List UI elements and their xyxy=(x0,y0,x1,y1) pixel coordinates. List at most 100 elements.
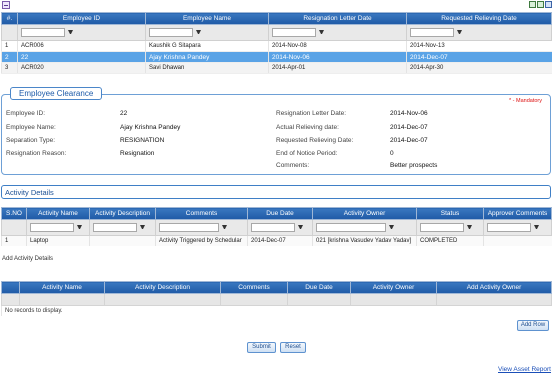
cell-employee-name: Ajay Krishna Pandey xyxy=(145,51,269,63)
filter-input-relieving-date[interactable] xyxy=(410,28,454,37)
col-header-activity-description[interactable]: Activity Description xyxy=(89,207,156,220)
filter-icon[interactable] xyxy=(467,225,472,230)
filter-icon[interactable] xyxy=(298,225,303,230)
col-header-num[interactable]: #. xyxy=(1,12,18,25)
export-icon[interactable] xyxy=(529,1,536,8)
col-header-due-date[interactable]: Due Date xyxy=(287,281,351,294)
col-header-comments[interactable]: Comments xyxy=(220,281,288,294)
filter-input-status[interactable] xyxy=(420,223,464,232)
filter-icon[interactable] xyxy=(389,225,394,230)
requested-relieving-date-label: Requested Relieving Date: xyxy=(276,137,354,144)
col-header-relieving-date[interactable]: Requested Relieving Date xyxy=(406,12,552,25)
col-header-status[interactable]: Status xyxy=(416,207,484,220)
filter-input-activity-name[interactable] xyxy=(30,223,74,232)
cell-sno: 1 xyxy=(1,235,27,246)
view-asset-report-link[interactable]: View Asset Report xyxy=(498,366,551,373)
separation-type-label: Separation Type: xyxy=(6,137,56,144)
cell-employee-name: Savi Dhawan xyxy=(145,62,269,74)
filter-input-resignation-date[interactable] xyxy=(272,28,316,37)
col-header-activity-name[interactable]: Activity Name xyxy=(19,281,105,294)
cell-num: 1 xyxy=(1,40,18,52)
activity-grid-header: S.NO Activity Name Activity Description … xyxy=(1,207,552,220)
filter-input-employee-id[interactable] xyxy=(21,28,65,37)
cell-letter-date: 2014-Apr-01 xyxy=(268,62,407,74)
activity-details-title: Activity Details xyxy=(5,188,54,197)
cell-relieving-date: 2014-Apr-30 xyxy=(406,62,552,74)
reset-button[interactable]: Reset xyxy=(280,342,306,353)
no-records-text: No records to display. xyxy=(1,305,552,316)
employee-id-label: Employee ID: xyxy=(6,110,46,117)
resignation-letter-date-label: Resignation Letter Date: xyxy=(276,110,347,117)
cell-activity-name: Laptop xyxy=(26,235,90,246)
col-header-activity-description[interactable]: Activity Description xyxy=(104,281,221,294)
window-controls xyxy=(529,1,552,8)
col-header-add-activity-owner[interactable]: Add Activity Owner xyxy=(436,281,552,294)
filter-icon[interactable] xyxy=(196,30,201,35)
col-header-approver-comments[interactable]: Approver Comments xyxy=(483,207,552,220)
panel-title: Employee Clearance xyxy=(10,87,103,100)
employee-name-value: Ajay Krishna Pandey xyxy=(120,124,181,131)
filter-icon[interactable] xyxy=(534,225,539,230)
end-of-notice-period-value: 0 xyxy=(390,150,394,157)
col-header-comments[interactable]: Comments xyxy=(155,207,248,220)
end-of-notice-period-label: End of Notice Period: xyxy=(276,150,338,157)
col-header-sno[interactable]: S.NO xyxy=(1,207,27,220)
col-header-employee-name[interactable]: Employee Name xyxy=(145,12,269,25)
activity-details-header: Activity Details xyxy=(1,185,551,199)
table-row[interactable]: 1 Laptop Activity Triggered by Schedular… xyxy=(1,235,552,246)
cell-num: 2 xyxy=(1,51,18,63)
resignation-reason-label: Resignation Reason: xyxy=(6,150,67,157)
add-activity-grid-header: Activity Name Activity Description Comme… xyxy=(1,281,552,294)
cell-letter-date: 2014-Nov-08 xyxy=(268,40,407,52)
filter-icon[interactable] xyxy=(77,225,82,230)
refresh-icon[interactable] xyxy=(537,1,544,8)
filter-input-activity-owner[interactable] xyxy=(316,223,386,232)
filter-input-activity-description[interactable] xyxy=(93,223,137,232)
cell-due-date: 2014-Dec-07 xyxy=(247,235,313,246)
comments-value: Better prospects xyxy=(390,162,438,169)
col-header-employee-id[interactable]: Employee ID xyxy=(17,12,146,25)
filter-input-employee-name[interactable] xyxy=(149,28,193,37)
collapse-icon[interactable] xyxy=(2,1,10,9)
cell-relieving-date: 2014-Dec-07 xyxy=(406,51,552,63)
cell-status: COMPLETED xyxy=(416,235,484,246)
submit-button[interactable]: Submit xyxy=(247,342,276,353)
cell-employee-name: Kaushik G Sitapara xyxy=(145,40,269,52)
filter-row xyxy=(1,24,552,41)
filter-icon[interactable] xyxy=(319,30,324,35)
employee-grid: #. Employee ID Employee Name Resignation… xyxy=(1,12,552,74)
table-row[interactable]: 1 ACR006 Kaushik G Sitapara 2014-Nov-08 … xyxy=(1,40,552,52)
empty-row: No records to display. xyxy=(1,305,552,316)
filter-icon[interactable] xyxy=(140,225,145,230)
filter-input-comments[interactable] xyxy=(159,223,219,232)
cell-letter-date: 2014-Nov-06 xyxy=(268,51,407,63)
filter-icon[interactable] xyxy=(222,225,227,230)
cell-num: 3 xyxy=(1,62,18,74)
add-row-button[interactable]: Add Row xyxy=(517,320,549,331)
filter-icon[interactable] xyxy=(457,30,462,35)
maximize-icon[interactable] xyxy=(545,1,552,8)
cell-employee-id: 22 xyxy=(17,51,146,63)
resignation-reason-value: Resignation xyxy=(120,150,155,157)
activity-details-grid: S.NO Activity Name Activity Description … xyxy=(1,207,552,246)
filter-input-approver-comments[interactable] xyxy=(487,223,531,232)
col-header-due-date[interactable]: Due Date xyxy=(247,207,313,220)
comments-label: Comments: xyxy=(276,162,310,169)
cell-employee-id: ACR006 xyxy=(17,40,146,52)
table-row-selected[interactable]: 2 22 Ajay Krishna Pandey 2014-Nov-06 201… xyxy=(1,51,552,63)
col-header-activity-owner[interactable]: Activity Owner xyxy=(312,207,417,220)
filter-icon[interactable] xyxy=(68,30,73,35)
filter-row xyxy=(1,219,552,236)
add-activity-details-link[interactable]: Add Activity Details xyxy=(2,256,53,262)
mandatory-note: * - Mandatory xyxy=(508,98,542,104)
employee-name-label: Employee Name: xyxy=(6,124,56,131)
col-header-resignation-date[interactable]: Resignation Letter Date xyxy=(268,12,407,25)
actual-relieving-date-value: 2014-Dec-07 xyxy=(390,124,428,131)
filter-input-due-date[interactable] xyxy=(251,223,295,232)
col-header-activity-name[interactable]: Activity Name xyxy=(26,207,90,220)
table-row[interactable]: 3 ACR020 Savi Dhawan 2014-Apr-01 2014-Ap… xyxy=(1,62,552,74)
blank-row xyxy=(1,293,552,306)
resignation-letter-date-value: 2014-Nov-06 xyxy=(390,110,428,117)
requested-relieving-date-value: 2014-Dec-07 xyxy=(390,137,428,144)
col-header-activity-owner[interactable]: Activity Owner xyxy=(350,281,437,294)
